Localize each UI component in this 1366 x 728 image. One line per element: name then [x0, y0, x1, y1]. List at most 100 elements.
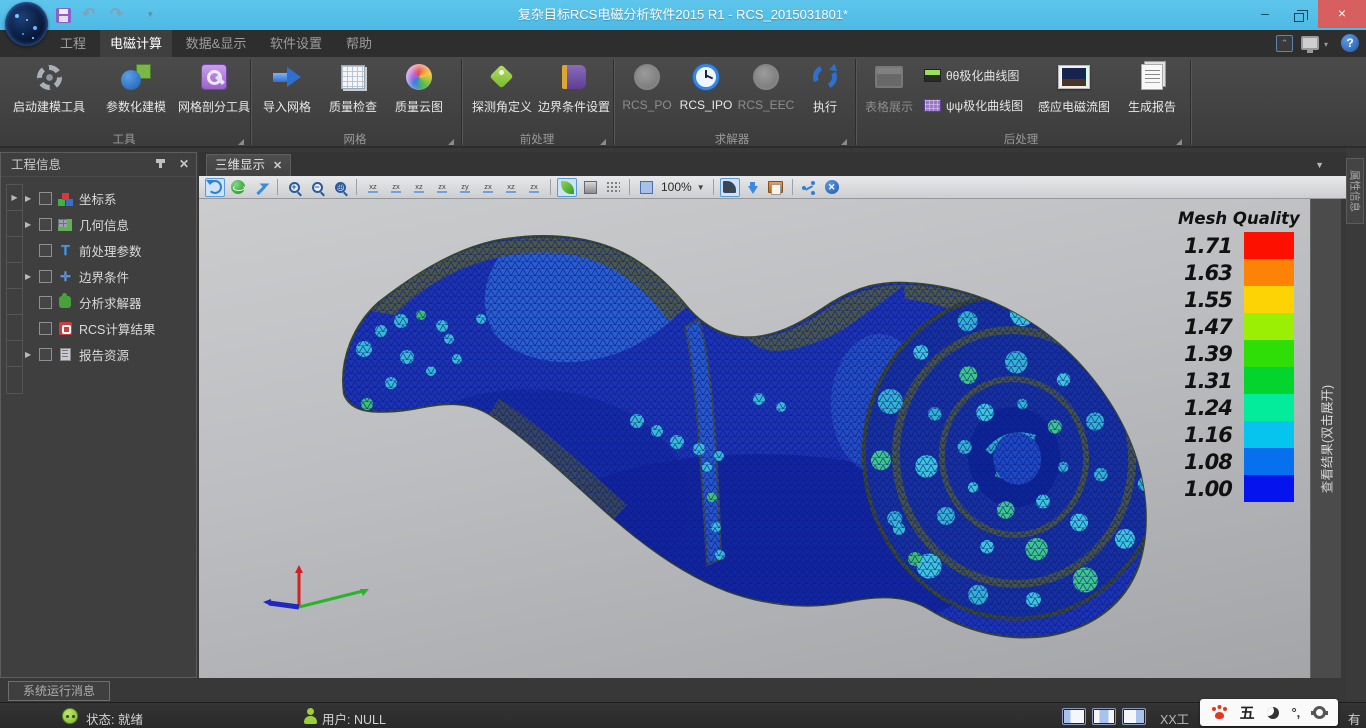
tab-3d-display[interactable]: 三维显示✕ [206, 154, 291, 176]
tree-item-coordinate-system[interactable]: ▶ 坐标系 [25, 185, 117, 211]
moon-icon[interactable] [1267, 707, 1279, 719]
properties-collapsed-tab[interactable]: 属性信息 [1346, 158, 1364, 224]
zoom-out-button[interactable]: − [307, 178, 327, 197]
share-view-button[interactable] [799, 178, 819, 197]
checkbox[interactable] [39, 218, 52, 231]
group-label-mesh: 网格 [252, 131, 458, 147]
panel-close-icon[interactable]: ✕ [179, 157, 189, 171]
tree-item-solver[interactable]: 分析求解器 [25, 289, 142, 315]
view-button-6[interactable]: zx [478, 178, 498, 197]
dialog-launcher-icon[interactable] [1176, 139, 1182, 145]
collapse-ribbon-icon[interactable]: ⌃ [1276, 35, 1293, 52]
legend-swatch [1244, 448, 1294, 475]
leaf-icon [561, 181, 574, 194]
wireframe-mode-button[interactable] [603, 178, 623, 197]
theta-curve-button[interactable]: θθ极化曲线图 [924, 65, 1019, 85]
tree-item-rcs-results[interactable]: RCS计算结果 [25, 315, 155, 341]
save-icon[interactable] [56, 8, 71, 23]
expander-icon[interactable]: ▶ [25, 350, 33, 359]
layout-right-button[interactable] [1122, 708, 1146, 725]
axis-triad [263, 565, 369, 607]
tab-settings[interactable]: 软件设置 [260, 30, 332, 57]
tree-item-preprocess-params[interactable]: T 前处理参数 [25, 237, 142, 263]
checkbox[interactable] [39, 244, 52, 257]
shaded-mode-button[interactable] [557, 178, 577, 197]
baidu-paw-icon[interactable] [1212, 706, 1227, 720]
undo-icon[interactable]: ↶ [82, 5, 95, 25]
tree-item-boundary-conditions[interactable]: ▶ ✛ 边界条件 [25, 263, 129, 289]
zoom-caret-icon[interactable]: ▼ [697, 183, 705, 192]
view-button-3[interactable]: xz [409, 178, 429, 197]
book-icon [562, 65, 586, 89]
display-style-caret-icon[interactable]: ▾ [1324, 40, 1328, 49]
rotate-tool-button[interactable] [205, 178, 225, 197]
tree-item-geometry-info[interactable]: ▶ 几何信息 [25, 211, 129, 237]
magnifier-minus-icon: − [312, 182, 323, 193]
checkbox[interactable] [39, 296, 52, 309]
tree-item-report-resources[interactable]: ▶ 报告资源 [25, 341, 129, 367]
dot-grid-icon [606, 181, 620, 194]
expander-icon[interactable]: ▶ [25, 194, 33, 203]
quick-access-caret-icon[interactable]: ▾ [148, 9, 153, 20]
checkbox[interactable] [39, 348, 52, 361]
clip-tool-button[interactable] [720, 178, 740, 197]
expander-icon[interactable]: ▶ [25, 272, 33, 281]
view-button-4[interactable]: zx [432, 178, 452, 197]
dialog-launcher-icon[interactable] [238, 139, 244, 145]
zoom-in-button[interactable]: + [284, 178, 304, 197]
status-bar: 状态: 就绪 用户: NULL XX工 有 [0, 702, 1366, 728]
ime-mode-label[interactable]: 五 [1240, 702, 1255, 723]
tab-close-icon[interactable]: ✕ [273, 160, 282, 172]
zoom-level-value[interactable]: 100% [661, 180, 692, 194]
punctuation-icon[interactable]: °, [1291, 705, 1300, 720]
tab-help[interactable]: 帮助 [336, 30, 382, 57]
copy-view-button[interactable] [766, 178, 786, 197]
dialog-launcher-icon[interactable] [841, 139, 847, 145]
zoom-level-icon[interactable] [636, 178, 656, 197]
tab-em-compute[interactable]: 电磁计算 [100, 30, 172, 57]
view-button-8[interactable]: zx [524, 178, 544, 197]
pan-tool-button[interactable] [251, 178, 271, 197]
curve-chart-icon [924, 69, 941, 82]
ime-settings-gear-icon[interactable] [1313, 706, 1326, 719]
orbit-tool-button[interactable] [228, 178, 248, 197]
tab-data-display[interactable]: 数据&显示 [176, 30, 256, 57]
expander-icon[interactable]: ▶ [25, 220, 33, 229]
results-collapsed-panel[interactable]: 查看结果(双击展开) [1310, 199, 1341, 678]
layout-left-button[interactable] [1062, 708, 1086, 725]
pin-icon[interactable] [159, 159, 162, 168]
maximize-button[interactable] [1282, 0, 1316, 28]
view-button-2[interactable]: zx [386, 178, 406, 197]
checkbox[interactable] [39, 192, 52, 205]
display-style-icon[interactable] [1301, 36, 1319, 50]
legend-swatch [1244, 286, 1294, 313]
menu-bar: 工程 电磁计算 数据&显示 软件设置 帮助 ⌃ ▾ ? [0, 30, 1366, 57]
help-icon[interactable]: ? [1341, 34, 1359, 52]
psi-curve-button[interactable]: ψψ极化曲线图 [924, 95, 1023, 115]
checkbox[interactable] [39, 270, 52, 283]
close-button[interactable]: × [1318, 0, 1366, 28]
share-icon [802, 181, 816, 193]
dialog-launcher-icon[interactable] [600, 139, 606, 145]
view-button-1[interactable]: xz [363, 178, 383, 197]
boundary-icon: ✛ [58, 269, 73, 284]
color-sphere-icon [406, 64, 432, 90]
tab-list-caret-icon[interactable]: ▼ [1315, 160, 1324, 170]
tree-gutter: ▶ [6, 184, 23, 394]
dialog-launcher-icon[interactable] [448, 139, 454, 145]
drop-tool-button[interactable] [743, 178, 763, 197]
minimize-button[interactable]: – [1248, 0, 1282, 28]
layout-center-button[interactable] [1092, 708, 1116, 725]
view-button-5[interactable]: zy [455, 178, 475, 197]
system-messages-tab[interactable]: 系统运行消息 [8, 681, 110, 701]
flat-mode-button[interactable] [580, 178, 600, 197]
redo-icon[interactable]: ↷ [110, 5, 123, 25]
app-logo[interactable] [5, 2, 48, 46]
ime-bar[interactable]: 五 °, [1200, 699, 1338, 726]
view-button-7[interactable]: xz [501, 178, 521, 197]
viewport-3d[interactable]: Mesh Quality 1.71 1.63 1.55 1.47 1.39 1.… [199, 199, 1310, 678]
clear-view-button[interactable]: ✕ [822, 178, 842, 197]
tab-project[interactable]: 工程 [50, 30, 96, 57]
checkbox[interactable] [39, 322, 52, 335]
zoom-fit-button[interactable]: ⊕ [330, 178, 350, 197]
